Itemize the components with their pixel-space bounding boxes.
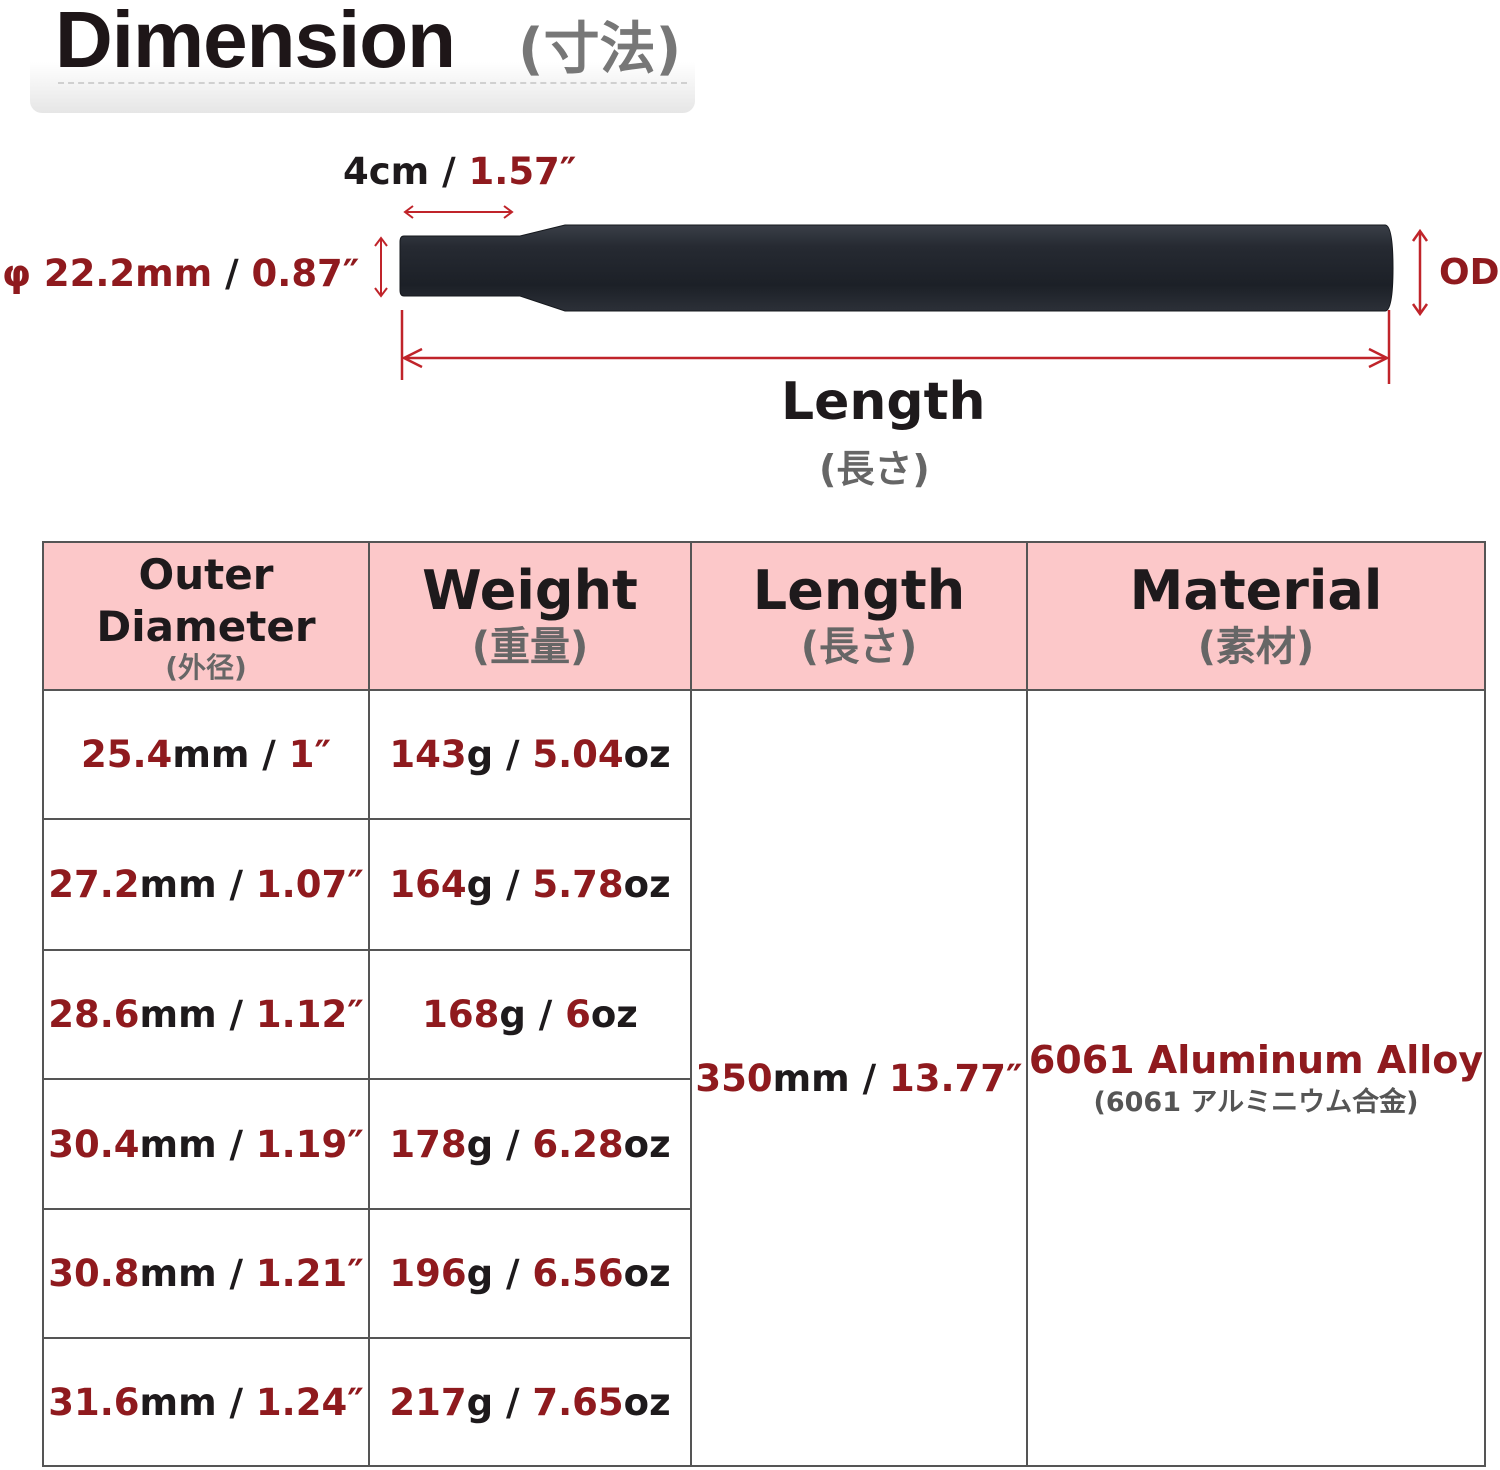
weight-cell: 178g / 6.28oz [368,1078,692,1210]
od-cell: 31.6mm / 1.24″ [42,1337,370,1467]
tip-diameter-arrow [374,236,388,298]
material-main: 6061 Aluminum Alloy [1028,1038,1484,1082]
tip-diameter-mm: φ 22.2mm [2,252,213,295]
weight-cell: 168g / 6oz [368,949,692,1080]
spec-table: Outer Diameter (外径) Weight (重量) Length (… [42,541,1486,1467]
tip-diameter-label: φ 22.2mm / 0.87″ [2,252,359,295]
length-label: Length [781,372,986,432]
weight-cell: 217g / 7.65oz [368,1337,692,1467]
header-material: Material (素材) [1026,541,1486,691]
taper-length-cm: 4cm [343,150,430,193]
od-cell: 30.8mm / 1.21″ [42,1208,370,1339]
taper-length-label: 4cm / 1.57″ [343,150,576,193]
taper-length-inch: 1.57″ [468,150,577,193]
header-length-main: Length [752,559,966,622]
weight-cell: 164g / 5.78oz [368,818,692,951]
separator: / [212,252,252,295]
length-sub-label: (長さ) [819,447,930,491]
table-row: 25.4mm / 1″ 143g / 5.04oz 350mm / 13.77″… [42,689,1486,1467]
od-cell: 30.4mm / 1.19″ [42,1078,370,1210]
weight-cell: 196g / 6.56oz [368,1208,692,1339]
header-length: Length (長さ) [690,541,1028,691]
seatpost-tube [399,224,1394,312]
header-outer-diameter: Outer Diameter (外径) [42,541,370,691]
header-weight-sub: (重量) [471,624,589,670]
weight-cell: 143g / 5.04oz [368,689,692,820]
separator: / [429,150,469,193]
material-sub: (6061 アルミニウム合金) [1093,1087,1419,1118]
header-length-sub: (長さ) [800,624,918,670]
od-arrow [1411,228,1429,317]
header-od-sub: (外径) [165,651,247,684]
od-label: OD [1439,252,1500,293]
seatpost-diagram [374,205,1429,384]
od-cell: 27.2mm / 1.07″ [42,818,370,951]
taper-length-arrow [403,205,514,219]
tip-diameter-inch: 0.87″ [251,252,360,295]
material-cell: 6061 Aluminum Alloy (6061 アルミニウム合金) [1026,689,1486,1467]
od-cell: 25.4mm / 1″ [42,689,370,820]
header-weight-main: Weight [422,559,638,622]
table-header-row: Outer Diameter (外径) Weight (重量) Length (… [42,541,1486,691]
header-weight: Weight (重量) [368,541,692,691]
header-od-line2: Diameter [96,602,316,651]
header-material-sub: (素材) [1197,624,1315,670]
length-cell: 350mm / 13.77″ [690,689,1028,1467]
od-cell: 28.6mm / 1.12″ [42,949,370,1080]
header-material-main: Material [1129,559,1383,622]
header-od-line1: Outer [138,550,274,599]
